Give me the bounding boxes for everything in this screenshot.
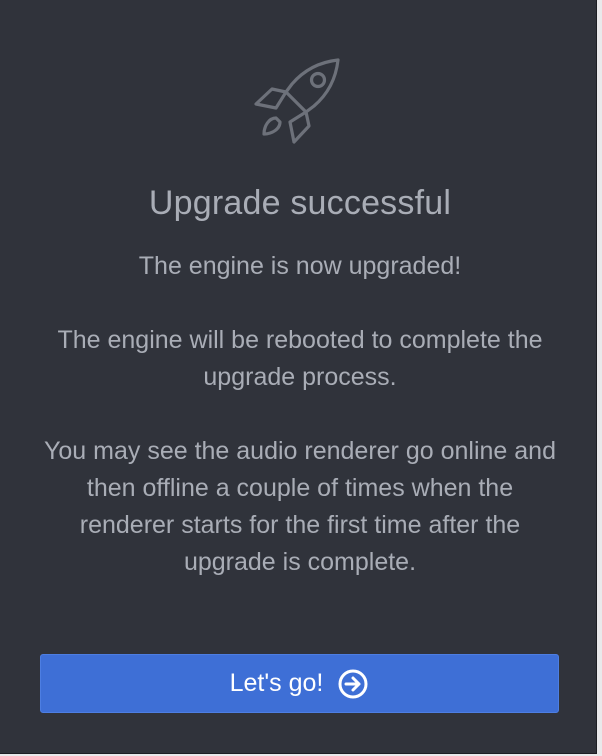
message-renderer-note: You may see the audio renderer go online… — [44, 437, 556, 576]
dialog-title: Upgrade successful — [148, 184, 452, 222]
arrow-right-circle-icon — [338, 669, 368, 698]
message-upgraded: The engine is now upgraded! — [138, 252, 462, 280]
upgrade-dialog: Upgrade successful The engine is now upg… — [0, 0, 597, 754]
lets-go-label: Let's go! — [229, 669, 324, 697]
message-reboot: The engine will be rebooted to complete … — [57, 326, 543, 391]
lets-go-button[interactable]: Let's go! — [40, 654, 559, 713]
rocket-icon — [254, 58, 340, 144]
